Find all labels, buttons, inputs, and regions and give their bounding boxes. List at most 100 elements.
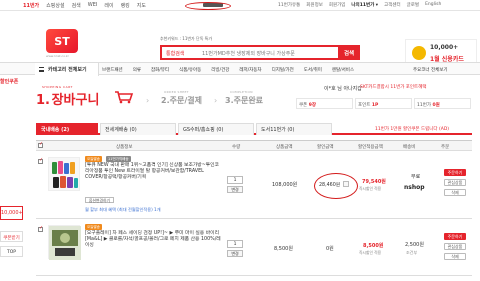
top-link[interactable]: 11번가유통: [278, 2, 300, 8]
wallet-value: 9장: [308, 103, 316, 108]
tab-global[interactable]: 전세계배송 (0): [100, 123, 176, 135]
my-11st-link[interactable]: 나의11번가 ▾: [351, 2, 378, 8]
wallet-label: 11번가: [417, 103, 432, 108]
top-nav-item[interactable]: 11번가: [23, 2, 39, 9]
logo-text: ST: [54, 34, 70, 48]
wallet-label: 포인트: [358, 103, 371, 108]
final-price: 79,540원: [362, 179, 386, 185]
coupon-amount[interactable]: 10,000+: [0, 206, 23, 220]
final-price: 8,500원: [363, 243, 384, 249]
column-header: 수량: [232, 145, 241, 150]
menu-icon: [39, 67, 44, 72]
site-logo[interactable]: ST www.11st.co.kr: [46, 29, 78, 58]
wallet-cash[interactable]: 11번가 0원: [414, 98, 471, 109]
search-button[interactable]: 검색: [338, 45, 360, 60]
quantity-input[interactable]: 1: [227, 176, 243, 184]
column-header: 상품정보: [116, 145, 133, 150]
luggage-tags-image: [52, 161, 78, 188]
my-wallet: 이*호 님 아나지갑 SKT카드결합시 11번가 포인트혜택 쿠폰 9장 포인트…: [296, 81, 471, 119]
category-item[interactable]: 식품/유아동: [179, 67, 201, 73]
wallet-point[interactable]: 포인트 1P: [355, 98, 412, 109]
category-item[interactable]: 디지털/가전: [272, 67, 294, 73]
wallet-label: 쿠폰: [299, 103, 308, 108]
column-header: 배송비: [403, 145, 416, 150]
step-order-sub: ORDER SHEET: [164, 90, 189, 94]
category-item[interactable]: 브랜드패션: [102, 67, 123, 73]
quantity-change-button[interactable]: 변경: [227, 250, 243, 257]
quantity-input[interactable]: 1: [227, 240, 243, 248]
category-list: 브랜드패션 의류 잡화/뷰티 식품/유아동 리빙/건강 레저/자동차 디지털/가…: [102, 67, 354, 73]
top-nav-item[interactable]: 검색: [72, 2, 81, 9]
product-thumbnail[interactable]: [48, 157, 80, 191]
category-item[interactable]: 렌탈/서비스: [332, 67, 354, 73]
seller-name[interactable]: nshop: [404, 184, 425, 191]
delete-button[interactable]: 삭제: [444, 189, 466, 196]
category-item[interactable]: 의류: [133, 67, 141, 73]
tab-ad-note[interactable]: 11번가 1만원 할인쿠폰 드립니다 (AD): [375, 126, 449, 132]
top-nav-item[interactable]: 레이: [104, 2, 113, 9]
top-nav-item[interactable]: WEI: [88, 2, 98, 9]
step-cart-num: 1.: [36, 93, 50, 108]
top-nav-item[interactable]: 지도: [137, 2, 146, 9]
search-input[interactable]: 11번가MD추천 냉장제외 장바구니 가상주문: [202, 50, 295, 57]
row-checkbox[interactable]: [38, 225, 43, 232]
top-nav-item[interactable]: 랭킹: [121, 2, 130, 9]
top-link[interactable]: 회원정보: [306, 2, 323, 8]
quantity-change-button[interactable]: 변경: [227, 186, 243, 193]
left-rail-title[interactable]: 할인쿠폰: [0, 78, 26, 85]
order-button[interactable]: 주문하기: [444, 233, 466, 240]
banner-amount: 10,000+: [430, 44, 459, 51]
search-select[interactable]: 통합검색: [166, 50, 184, 57]
checkout-steps: SHOPPING CART 1. 장바구니 › ORDER SHEET 2.주문…: [36, 82, 296, 120]
main-corners-link[interactable]: 주요코너 전체보기: [413, 67, 448, 73]
cart-icon: [115, 91, 134, 104]
left-rail: 할인쿠폰 10,000+ 쿠폰받기 TOP: [0, 76, 26, 281]
step-arrow: ›: [146, 96, 150, 105]
top-button[interactable]: TOP: [0, 246, 23, 257]
wallet-summary: 쿠폰 9장 포인트 1P 11번가 0원: [296, 98, 471, 109]
category-item[interactable]: 리빙/건강: [211, 67, 229, 73]
top-link[interactable]: 글로벌: [407, 2, 419, 8]
greeting[interactable]: 이*호 님 아나지갑: [324, 85, 362, 92]
wishlist-button[interactable]: 관심상품: [444, 179, 466, 186]
promo-link[interactable]: SKT카드결합시 11번가 포인트혜택: [360, 84, 426, 90]
product-name[interactable]: [오구플레이] 차 페스 세이딩 검정 UP!]~ ▶ 쭈미 마이 실용 바이리…: [85, 231, 223, 250]
tab-gs-super[interactable]: GS수퍼/홈쇼핑 (0): [178, 123, 254, 135]
change-option-button[interactable]: 옵션변경하기: [85, 197, 114, 203]
tab-domestic[interactable]: 국내배송 (2): [36, 123, 98, 135]
product-name[interactable]: [투큐 NEW 국내 판매 1위~고품격 인기] 신상품 보조가방~투인코리아정…: [85, 163, 223, 182]
shipping-condition: 조건부: [406, 250, 418, 255]
wishlist-button[interactable]: 관심상품: [444, 243, 466, 250]
top-link[interactable]: 고객센터: [384, 2, 401, 8]
category-item[interactable]: 잡화/뷰티: [151, 67, 169, 73]
tab-books[interactable]: 도서11번가 (0): [256, 123, 332, 135]
top-link[interactable]: 회원가입: [329, 2, 346, 8]
top-link[interactable]: English: [425, 2, 441, 8]
top-links: 11번가유통 회원정보 회원가입 나의11번가 ▾ 고객센터 글로벌 Engli…: [278, 2, 441, 8]
discount-detail-icon[interactable]: [343, 181, 349, 187]
today-ship-badge: 오늘발송: [85, 224, 102, 230]
all-categories-button[interactable]: 카테고리 전체보기: [35, 63, 99, 76]
search-box[interactable]: 통합검색 11번가MD추천 냉장제외 장바구니 가상주문: [160, 45, 342, 60]
wallet-coupon[interactable]: 쿠폰 9장: [296, 98, 353, 109]
product-thumbnail[interactable]: [48, 225, 81, 260]
hot-keywords[interactable]: 추천키워드 : 11번가 단독 특가: [160, 36, 212, 42]
final-price-note: 즉시할인 적용: [359, 186, 382, 191]
top-nav-item[interactable]: 쇼핑상설: [46, 2, 64, 9]
row-checkbox[interactable]: [38, 157, 43, 164]
category-item[interactable]: 도서/취미: [304, 67, 322, 73]
step-complete-sub: COMPLETION: [230, 90, 253, 94]
delete-button[interactable]: 삭제: [444, 253, 466, 260]
category-bar: 카테고리 전체보기 브랜드패션 의류 잡화/뷰티 식품/유아동 리빙/건강 레저…: [0, 62, 480, 76]
get-coupon-button[interactable]: 쿠폰받기: [0, 231, 23, 242]
final-price-note: 즉시할인 적용: [359, 250, 382, 255]
order-button[interactable]: 주문하기: [444, 169, 466, 176]
step-cart-sub: SHOPPING CART: [42, 85, 73, 89]
discount-amount: 0원: [326, 246, 334, 252]
top-nav: 11번가 쇼핑상설 검색 WEI 레이 랭킹 지도: [23, 2, 146, 9]
wallet-value: 0원: [432, 103, 440, 108]
select-all-checkbox[interactable]: [38, 141, 43, 148]
category-item[interactable]: 레저/자동차: [239, 67, 261, 73]
top-bar: 11번가 쇼핑상설 검색 WEI 레이 랭킹 지도 11번가유통 회원정보 회원…: [0, 0, 480, 11]
installment-note[interactable]: 월 할부 최대 혜택 (최대 전월할인적용) 1개: [85, 207, 161, 213]
